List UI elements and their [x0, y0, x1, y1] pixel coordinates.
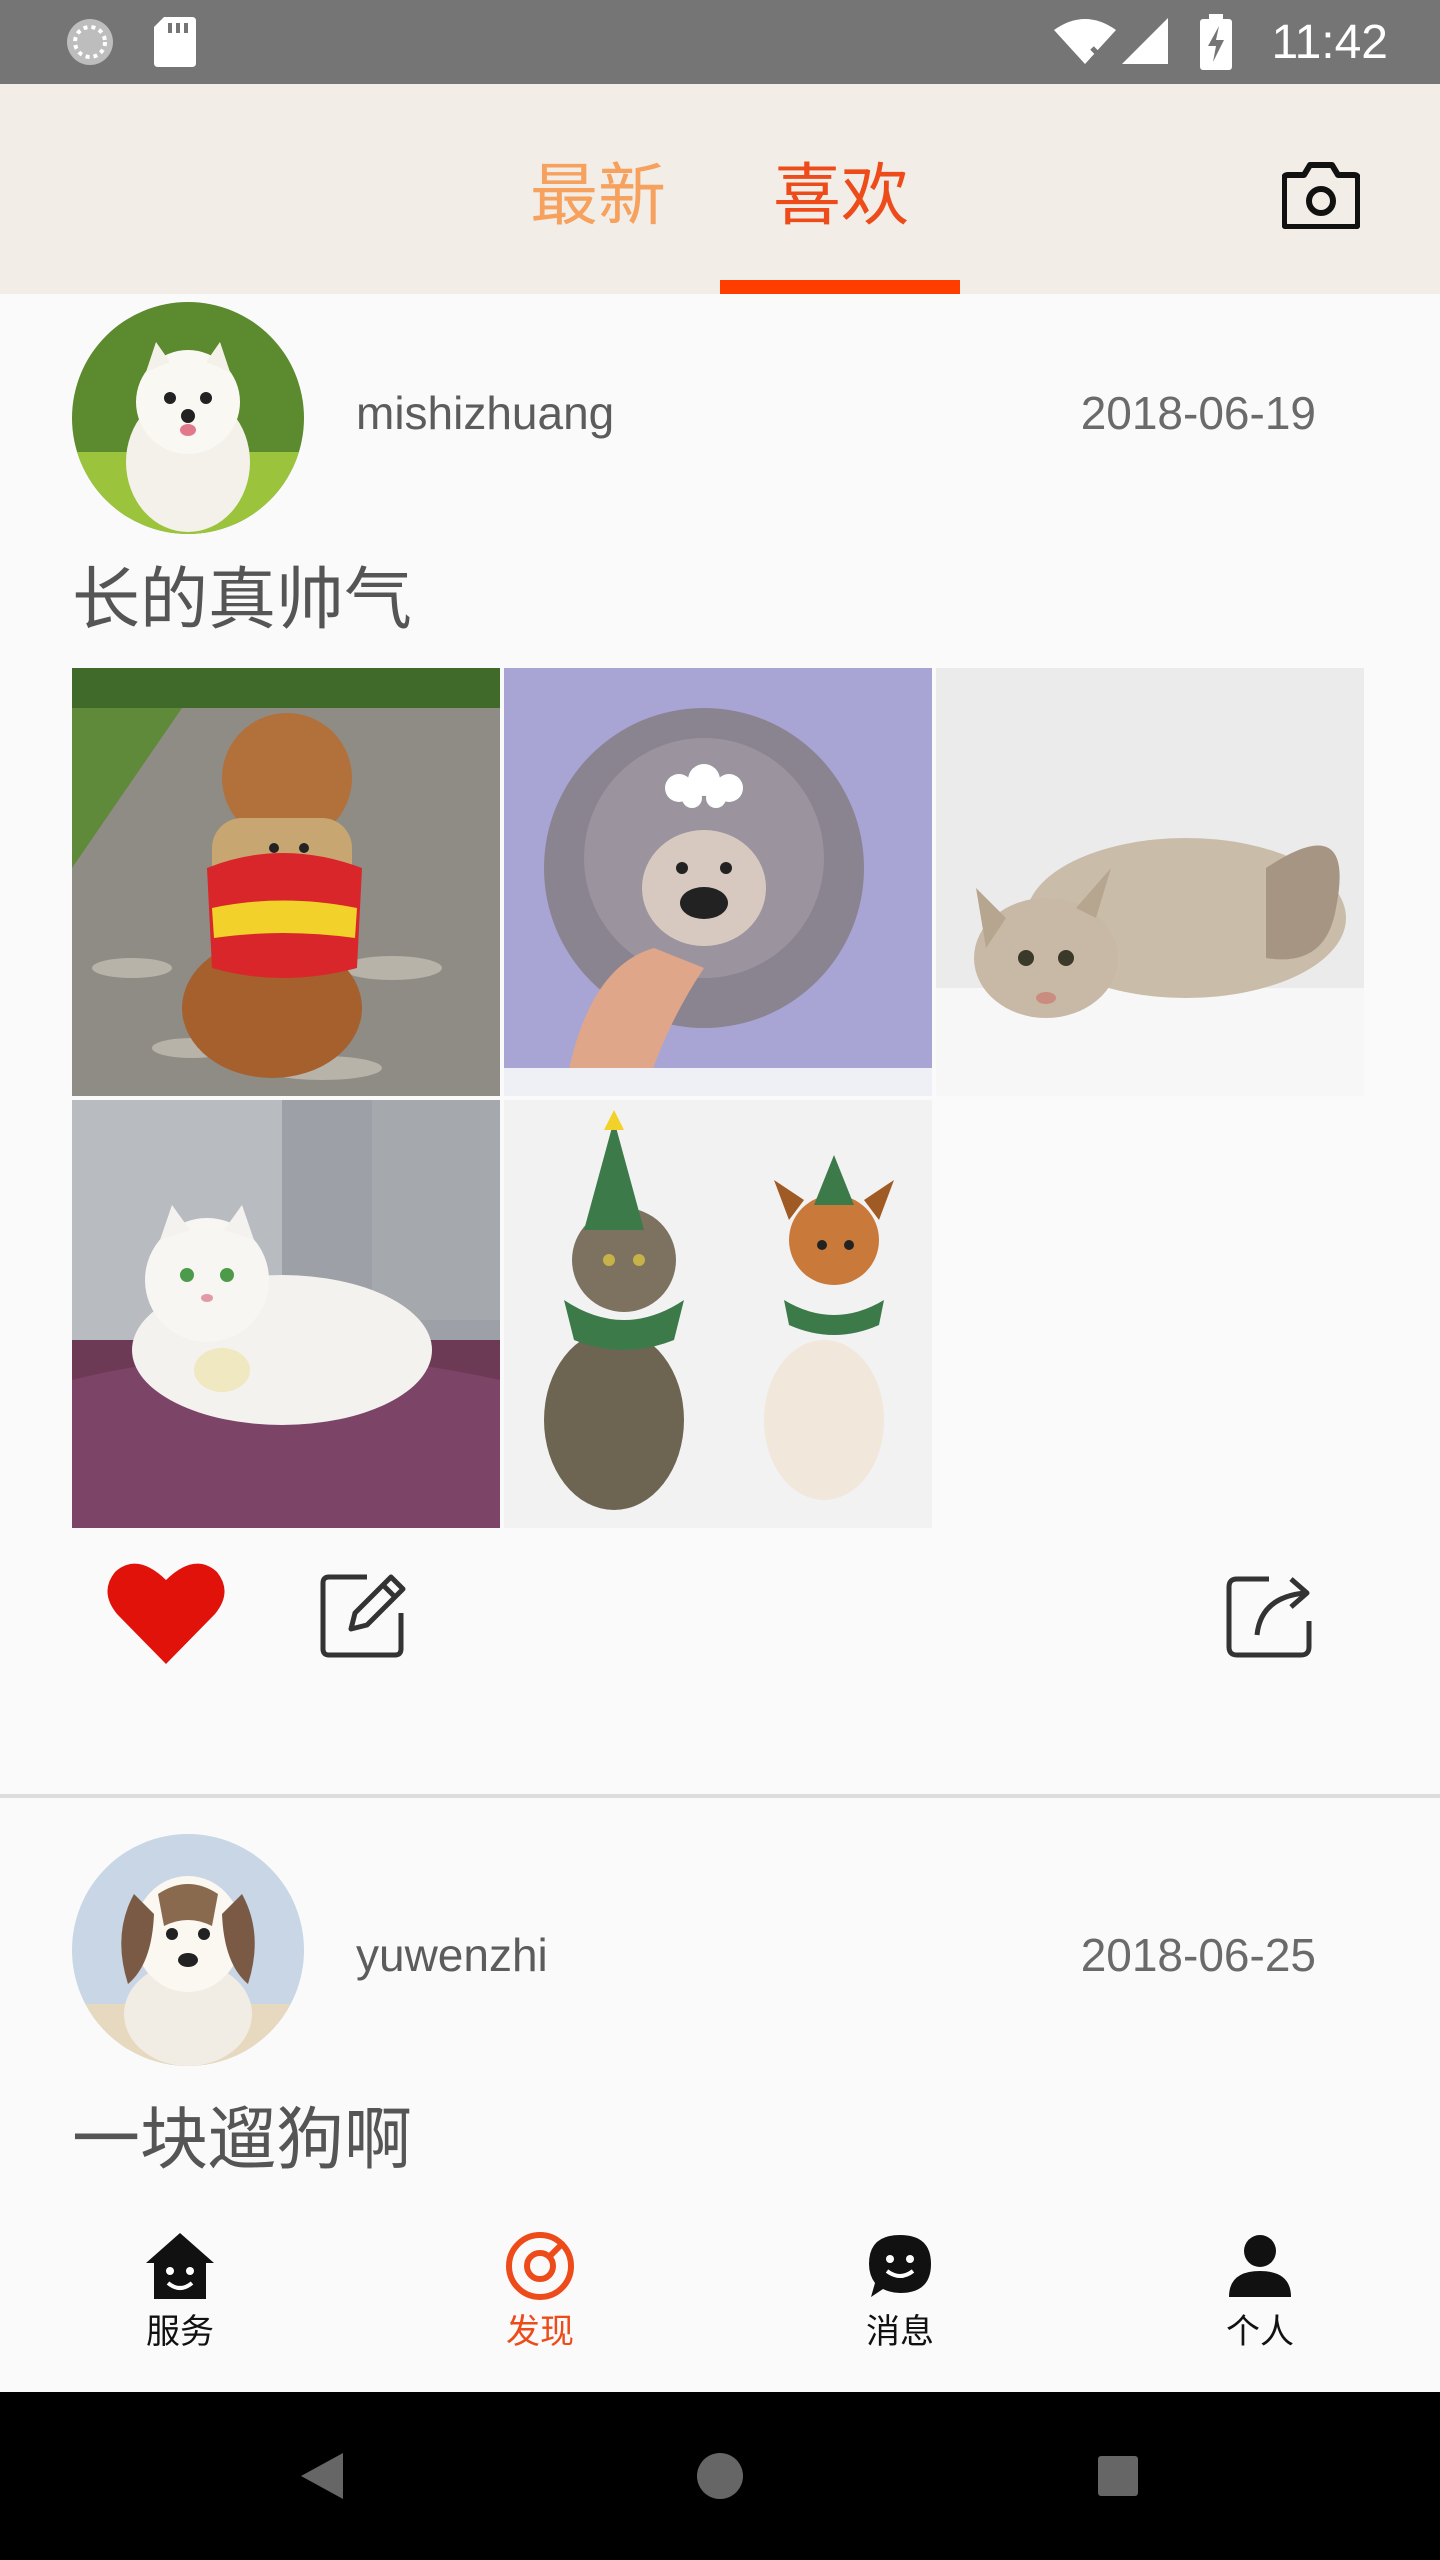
- camera-icon: [1282, 162, 1360, 229]
- clock: 11:42: [1271, 15, 1388, 69]
- tab-latest[interactable]: 最新: [530, 140, 666, 239]
- post-card: mishizhuang 2018-06-19 长的真帅气: [0, 294, 1440, 1794]
- nav-label: 个人: [1226, 2312, 1294, 2352]
- nav-item-messages[interactable]: 消息: [810, 2230, 990, 2353]
- system-navigation-bar: [0, 2392, 1440, 2560]
- sync-icon: [64, 0, 116, 84]
- status-bar: 11:42: [0, 0, 1440, 84]
- avatar[interactable]: [72, 1834, 304, 2066]
- post-text: 长的真帅气: [72, 561, 413, 640]
- top-tab-bar: 最新 喜欢: [0, 84, 1440, 294]
- battery-charging-icon: [1200, 0, 1232, 84]
- camera-button[interactable]: [1278, 152, 1364, 238]
- back-button[interactable]: [262, 2392, 382, 2560]
- heart-icon: [107, 1563, 225, 1664]
- post-image[interactable]: [936, 668, 1364, 1096]
- wifi-off-icon: [1054, 0, 1116, 84]
- message-icon: [864, 2230, 936, 2302]
- back-icon: [301, 2453, 343, 2499]
- recents-icon: [1098, 2456, 1138, 2496]
- post-text: 一块遛狗啊: [72, 2101, 413, 2180]
- home-icon: [697, 2453, 743, 2499]
- signal-icon: [1122, 0, 1170, 84]
- nav-label: 发现: [506, 2312, 574, 2352]
- nav-item-service[interactable]: 服务: [90, 2230, 270, 2353]
- post-username[interactable]: mishizhuang: [356, 386, 614, 440]
- post-image[interactable]: [504, 668, 932, 1096]
- nav-item-discover[interactable]: 发现: [450, 2230, 630, 2353]
- discover-icon: [504, 2230, 576, 2302]
- like-button[interactable]: [104, 1558, 228, 1668]
- comment-button[interactable]: [316, 1566, 412, 1662]
- nav-item-profile[interactable]: 个人: [1170, 2230, 1350, 2353]
- bottom-navigation: 服务 发现 消息 个人: [0, 2194, 1440, 2392]
- post-image[interactable]: [72, 668, 500, 1096]
- post-image[interactable]: [504, 1100, 932, 1528]
- recents-button[interactable]: [1058, 2392, 1178, 2560]
- post-date: 2018-06-25: [1080, 1929, 1316, 1981]
- avatar[interactable]: [72, 302, 304, 534]
- image-grid: [72, 668, 1368, 1532]
- edit-icon: [320, 1574, 406, 1658]
- home-button[interactable]: [660, 2392, 780, 2560]
- active-tab-indicator: [720, 280, 960, 294]
- tab-liked[interactable]: 喜欢: [773, 140, 909, 239]
- share-icon: [1226, 1576, 1312, 1658]
- post-date: 2018-06-19: [1080, 387, 1316, 439]
- nav-label: 服务: [146, 2312, 214, 2352]
- person-icon: [1224, 2230, 1296, 2302]
- post-image[interactable]: [72, 1100, 500, 1528]
- nav-label: 消息: [866, 2312, 934, 2352]
- sd-card-icon: [154, 0, 196, 84]
- share-button[interactable]: [1222, 1566, 1318, 1662]
- post-card: yuwenzhi 2018-06-25 一块遛狗啊: [0, 1798, 1440, 2194]
- feed-list[interactable]: mishizhuang 2018-06-19 长的真帅气 yuwenzhi 20…: [0, 294, 1440, 2194]
- post-username[interactable]: yuwenzhi: [356, 1928, 548, 1982]
- home-face-icon: [144, 2230, 216, 2302]
